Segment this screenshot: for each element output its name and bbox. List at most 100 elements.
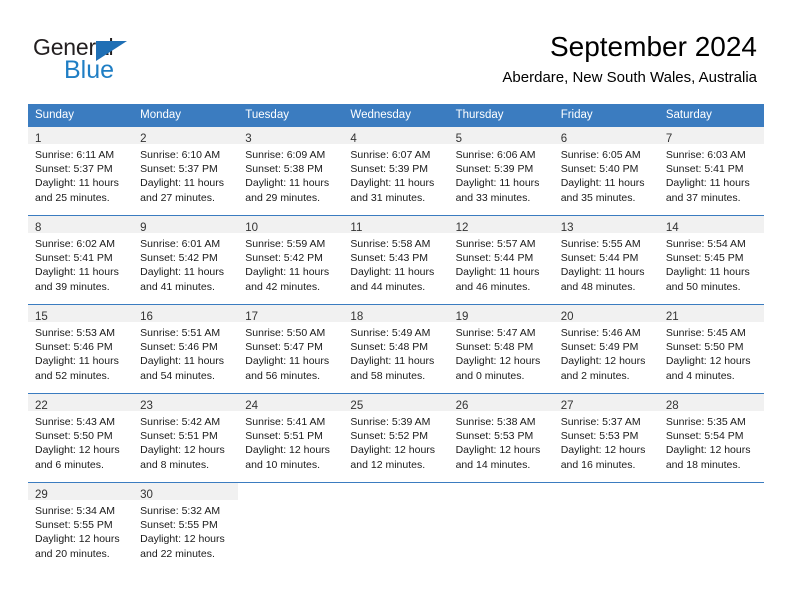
sunrise-time: Sunrise: 5:58 AM [350,238,431,250]
calendar-day-cell[interactable]: 14 Sunrise: 5:54 AM Sunset: 5:45 PM Dayligh… [658,215,764,305]
day-number-band: 19 [448,305,554,323]
day-cell-inner: 13 Sunrise: 5:55 AM Sunset: 5:44 PM Dayligh… [553,216,659,304]
sunrise-time: Sunrise: 5:37 AM [560,416,641,428]
day-number: 27 [560,400,574,412]
day-detail-lines: Sunrise: 6:01 AM Sunset: 5:42 PM Daylight:… [133,233,238,294]
day-number-band: 11 [343,216,449,234]
daylight-duration-line1: Daylight: 11 hours [560,266,645,279]
calendar-day-cell[interactable]: 18 Sunrise: 5:49 AM Sunset: 5:48 PM Dayligh… [343,304,449,394]
day-number: 20 [560,311,574,323]
calendar-day-cell[interactable]: 1 Sunrise: 6:11 AM Sunset: 5:37 PM Daylight… [28,126,134,216]
day-detail-lines [554,500,659,504]
calendar-day-cell[interactable]: 28 Sunrise: 5:35 AM Sunset: 5:54 PM Dayligh… [658,393,764,483]
calendar-day-cell[interactable]: 17 Sunrise: 5:50 AM Sunset: 5:47 PM Dayligh… [238,304,344,394]
weekday-header-tuesday: Tuesday [238,104,344,127]
calendar-day-cell[interactable]: 24 Sunrise: 5:41 AM Sunset: 5:51 PM Dayligh… [238,393,344,483]
calendar-day-cell[interactable]: 20 Sunrise: 5:46 AM Sunset: 5:49 PM Dayligh… [553,304,659,394]
calendar-day-cell[interactable]: 10 Sunrise: 5:59 AM Sunset: 5:42 PM Dayligh… [238,215,344,305]
sunrise-time: Sunrise: 5:42 AM [140,416,221,428]
logo-text-blue: Blue [64,56,115,84]
sunset-time: Sunset: 5:51 PM [140,430,218,443]
day-number-band: 30 [133,483,239,501]
general-blue-logo[interactable]: General Blue [33,34,183,86]
day-number-band [554,483,659,500]
day-number: 4 [350,133,357,145]
daylight-duration-line2: and 33 minutes. [455,191,531,204]
calendar-day-cell[interactable]: 6 Sunrise: 6:05 AM Sunset: 5:40 PM Daylight… [553,126,659,216]
calendar-day-cell-empty [448,482,554,571]
day-number: 3 [245,133,252,145]
calendar-day-cell[interactable]: 21 Sunrise: 5:45 AM Sunset: 5:50 PM Dayligh… [658,304,764,394]
calendar-day-cell[interactable]: 2 Sunrise: 6:10 AM Sunset: 5:37 PM Daylight… [133,126,239,216]
sunset-time: Sunset: 5:43 PM [350,252,429,265]
calendar-day-cell[interactable]: 9 Sunrise: 6:01 AM Sunset: 5:42 PM Daylight… [133,215,239,305]
day-number-band: 28 [658,394,764,412]
day-detail-lines: Sunrise: 5:39 AM Sunset: 5:52 PM Daylight:… [343,411,448,472]
daylight-duration-line2: and 14 minutes. [455,458,531,471]
calendar-day-cell[interactable]: 13 Sunrise: 5:55 AM Sunset: 5:44 PM Dayligh… [553,215,659,305]
day-cell-inner: 14 Sunrise: 5:54 AM Sunset: 5:45 PM Dayligh… [658,216,764,304]
day-number: 23 [140,400,153,412]
daylight-duration-line1: Daylight: 11 hours [350,266,435,279]
day-cell-inner: 2 Sunrise: 6:10 AM Sunset: 5:37 PM Daylight… [133,127,239,215]
daylight-duration-line2: and 22 minutes. [140,547,215,560]
page-title: September 2024 [549,31,757,62]
calendar-day-cell[interactable]: 29 Sunrise: 5:34 AM Sunset: 5:55 PM Dayligh… [28,482,134,571]
sunset-time: Sunset: 5:52 PM [350,430,429,443]
daylight-duration-line1: Daylight: 12 hours [560,355,646,368]
daylight-duration-line2: and 12 minutes. [350,458,426,471]
sunset-time: Sunset: 5:44 PM [455,252,534,265]
day-detail-lines: Sunrise: 5:50 AM Sunset: 5:47 PM Daylight:… [238,322,343,383]
day-detail-lines: Sunrise: 6:09 AM Sunset: 5:38 PM Daylight:… [238,144,343,205]
day-number: 7 [665,133,673,145]
calendar-day-cell[interactable]: 4 Sunrise: 6:07 AM Sunset: 5:39 PM Daylight… [343,126,449,216]
calendar-day-cell[interactable]: 25 Sunrise: 5:39 AM Sunset: 5:52 PM Dayligh… [343,393,449,483]
calendar-day-cell[interactable]: 27 Sunrise: 5:37 AM Sunset: 5:53 PM Dayligh… [553,393,659,483]
day-detail-lines [238,500,343,504]
day-cell-inner: 23 Sunrise: 5:42 AM Sunset: 5:51 PM Dayligh… [133,394,239,482]
daylight-duration-line1: Daylight: 11 hours [35,266,119,279]
day-cell-inner: 17 Sunrise: 5:50 AM Sunset: 5:47 PM Dayligh… [238,305,344,393]
daylight-duration-line1: Daylight: 11 hours [455,177,540,190]
sunrise-time: Sunrise: 5:39 AM [350,416,431,428]
day-cell-inner: 26 Sunrise: 5:38 AM Sunset: 5:53 PM Dayligh… [448,394,554,482]
calendar-day-cell[interactable]: 3 Sunrise: 6:09 AM Sunset: 5:38 PM Daylight… [238,126,344,216]
sunrise-time: Sunrise: 5:57 AM [455,238,536,250]
calendar-day-cell[interactable]: 7 Sunrise: 6:03 AM Sunset: 5:41 PM Daylight… [658,126,764,216]
daylight-duration-line2: and 39 minutes. [35,280,110,293]
calendar-day-cell[interactable]: 16 Sunrise: 5:51 AM Sunset: 5:46 PM Dayligh… [133,304,239,394]
day-number: 6 [560,133,568,145]
day-number: 9 [140,222,147,234]
daylight-duration-line1: Daylight: 12 hours [35,533,120,546]
day-detail-lines: Sunrise: 6:05 AM Sunset: 5:40 PM Daylight:… [554,144,659,205]
calendar-day-cell[interactable]: 19 Sunrise: 5:47 AM Sunset: 5:48 PM Dayligh… [448,304,554,394]
calendar-day-cell[interactable]: 8 Sunrise: 6:02 AM Sunset: 5:41 PM Daylight… [28,215,134,305]
day-detail-lines [449,500,554,504]
sunset-time: Sunset: 5:41 PM [665,163,744,176]
sunset-time: Sunset: 5:38 PM [245,163,323,176]
weekday-header-saturday: Saturday [658,104,764,127]
calendar-day-cell[interactable]: 23 Sunrise: 5:42 AM Sunset: 5:51 PM Dayligh… [133,393,239,483]
weekday-header-friday: Friday [553,104,659,127]
sunset-time: Sunset: 5:55 PM [140,519,218,532]
calendar-day-cell[interactable]: 30 Sunrise: 5:32 AM Sunset: 5:55 PM Dayligh… [133,482,239,571]
calendar-day-cell[interactable]: 26 Sunrise: 5:38 AM Sunset: 5:53 PM Dayligh… [448,393,554,483]
calendar-day-cell[interactable]: 11 Sunrise: 5:58 AM Sunset: 5:43 PM Dayligh… [343,215,449,305]
daylight-duration-line1: Daylight: 11 hours [140,177,224,190]
day-cell-inner: 6 Sunrise: 6:05 AM Sunset: 5:40 PM Daylight… [553,127,659,215]
day-cell-inner: 18 Sunrise: 5:49 AM Sunset: 5:48 PM Dayligh… [343,305,449,393]
daylight-duration-line2: and 10 minutes. [245,458,320,471]
day-detail-lines: Sunrise: 5:55 AM Sunset: 5:44 PM Daylight:… [554,233,659,294]
day-number: 2 [140,133,147,145]
calendar-day-cell[interactable]: 15 Sunrise: 5:53 AM Sunset: 5:46 PM Dayligh… [28,304,134,394]
calendar-day-cell[interactable]: 12 Sunrise: 5:57 AM Sunset: 5:44 PM Dayligh… [448,215,554,305]
day-number: 13 [560,222,574,234]
calendar-day-cell[interactable]: 22 Sunrise: 5:43 AM Sunset: 5:50 PM Dayligh… [28,393,134,483]
sunset-time: Sunset: 5:37 PM [35,163,113,176]
day-cell-inner: 9 Sunrise: 6:01 AM Sunset: 5:42 PM Daylight… [133,216,239,304]
daylight-duration-line2: and 29 minutes. [245,191,320,204]
day-detail-lines: Sunrise: 5:37 AM Sunset: 5:53 PM Daylight:… [554,411,659,472]
calendar-day-cell[interactable]: 5 Sunrise: 6:06 AM Sunset: 5:39 PM Daylight… [448,126,554,216]
day-number-band: 20 [553,305,659,323]
sunrise-time: Sunrise: 5:41 AM [245,416,326,428]
